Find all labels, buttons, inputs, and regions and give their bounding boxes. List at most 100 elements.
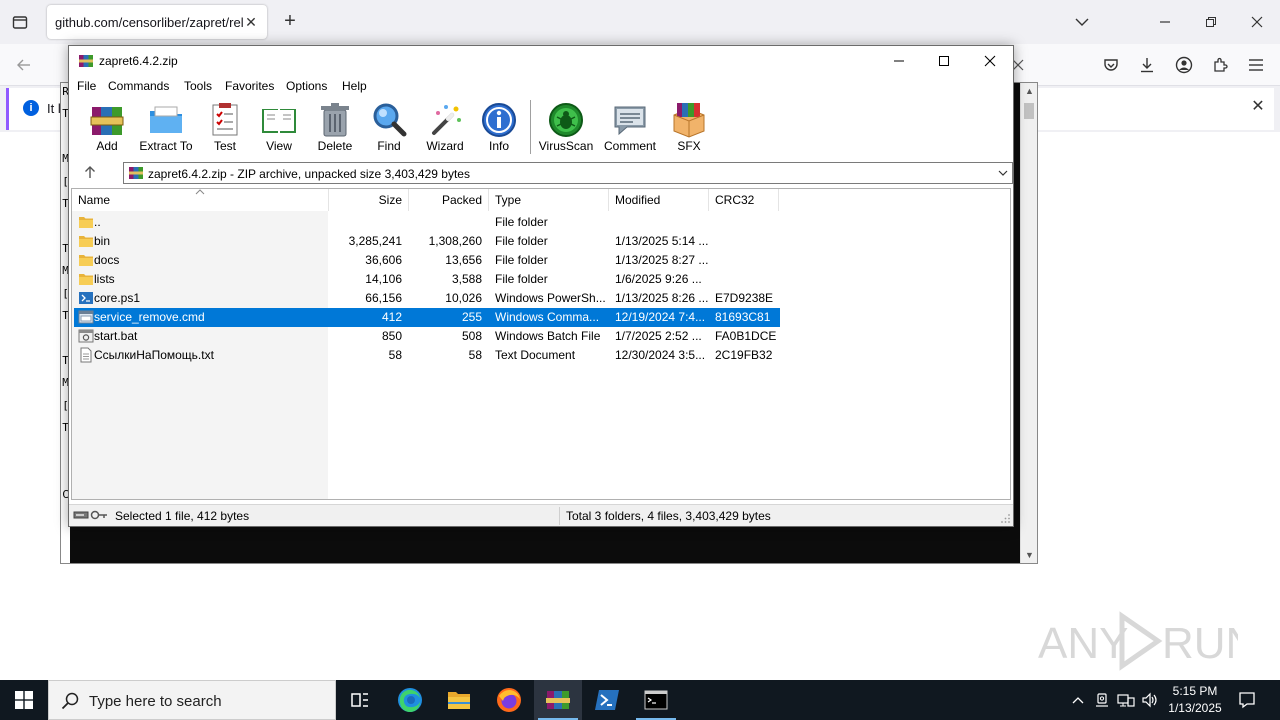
file-type: Windows PowerSh... [495, 291, 606, 305]
scroll-thumb[interactable] [1024, 103, 1034, 119]
task-view-icon [351, 693, 368, 707]
browser-tab[interactable]: github.com/censorliber/zapret/rele ✕ [47, 5, 267, 39]
start-button[interactable] [0, 680, 48, 720]
file-row[interactable]: .. File folder [74, 213, 780, 232]
menu-file[interactable]: File [77, 79, 96, 93]
account-icon[interactable] [1172, 53, 1196, 77]
archive-path-combobox[interactable]: zapret6.4.2.zip - ZIP archive, unpacked … [123, 162, 1013, 184]
file-crc32 [715, 270, 779, 289]
console-scrollbar[interactable]: ▲ ▼ [1020, 83, 1037, 563]
menu-hamburger-icon[interactable] [1244, 53, 1268, 77]
chevron-down-icon[interactable] [996, 166, 1010, 180]
extensions-icon[interactable] [1208, 53, 1232, 77]
column-header-packed[interactable]: Packed [409, 189, 489, 211]
up-folder-arrow-icon[interactable] [81, 164, 99, 180]
column-header-modified[interactable]: Modified [609, 189, 709, 211]
info-button[interactable]: Info [479, 101, 519, 153]
view-button[interactable]: View [257, 101, 301, 153]
file-modified: 12/30/2024 3:5... [615, 348, 706, 362]
taskbar-search-box[interactable]: Type here to search [48, 680, 336, 720]
find-button[interactable]: Find [369, 101, 409, 153]
menu-commands[interactable]: Commands [108, 79, 169, 93]
archive-path-text: zapret6.4.2.zip - ZIP archive, unpacked … [148, 167, 470, 181]
add-label: Add [96, 139, 118, 153]
volume-icon[interactable] [1140, 690, 1160, 710]
file-size: 850 [381, 329, 402, 343]
new-tab-icon[interactable]: + [280, 11, 300, 32]
network-icon[interactable] [1116, 690, 1136, 710]
tray-device-icon[interactable] [1092, 690, 1112, 710]
file-packed: 58 [468, 348, 482, 362]
file-row[interactable]: bin 3,285,241 1,308,260 File folder 1/13/202… [74, 232, 780, 251]
file-row[interactable]: service_remove.cmd 412 255 Windows Comma...… [74, 308, 780, 327]
folder-icon [79, 255, 93, 266]
downloads-icon[interactable] [1135, 53, 1159, 77]
taskbar-edge[interactable] [386, 680, 434, 720]
file-row[interactable]: start.bat 850 508 Windows Batch File 1/7/202… [74, 327, 780, 346]
taskbar-command-prompt[interactable] [632, 680, 680, 720]
file-list[interactable]: Name Size Packed Type Modified CRC32 .. F… [71, 188, 1011, 500]
winrar-maximize-icon[interactable] [921, 46, 967, 76]
taskbar-powershell[interactable] [583, 680, 631, 720]
back-arrow-icon[interactable] [12, 53, 36, 77]
sfx-box-icon [673, 103, 705, 138]
comment-icon [614, 106, 646, 136]
notification-close-icon[interactable]: ✕ [1249, 98, 1267, 116]
tab-close-icon[interactable]: ✕ [243, 14, 259, 30]
winrar-menu-bar: File Commands Tools Favorites Options He… [69, 76, 1013, 96]
file-row[interactable]: lists 14,106 3,588 File folder 1/6/2025 9:26… [74, 270, 780, 289]
menu-tools[interactable]: Tools [184, 79, 212, 93]
file-type: Windows Comma... [495, 310, 600, 324]
file-row[interactable]: docs 36,606 13,656 File folder 1/13/2025 8:2… [74, 251, 780, 270]
winrar-close-icon[interactable] [967, 46, 1013, 76]
menu-options[interactable]: Options [286, 79, 327, 93]
taskbar-firefox[interactable] [485, 680, 533, 720]
column-header-crc32[interactable]: CRC32 [709, 189, 779, 211]
tab-overflow-chevron-icon[interactable] [1070, 10, 1094, 34]
file-row[interactable]: core.ps1 66,156 10,026 Windows PowerSh... 1/… [74, 289, 780, 308]
column-header-name[interactable]: Name [72, 189, 329, 211]
file-row[interactable]: СсылкиНаПомощь.txt 58 58 Text Document 12/30… [74, 346, 780, 365]
taskbar-task-view[interactable] [336, 680, 384, 720]
scroll-down-arrow-icon[interactable]: ▼ [1021, 547, 1038, 563]
taskbar-winrar[interactable] [534, 680, 582, 720]
file-modified: 12/19/2024 7:4... [615, 310, 706, 324]
file-crc32 [715, 251, 779, 270]
taskbar-file-explorer[interactable] [435, 680, 483, 720]
test-button[interactable]: Test [205, 101, 245, 153]
file-packed: 3,588 [451, 272, 482, 286]
scroll-up-arrow-icon[interactable]: ▲ [1021, 83, 1038, 99]
find-label: Find [377, 139, 401, 153]
wizard-button[interactable]: Wizard [423, 101, 467, 153]
resize-grip-icon[interactable] [1001, 514, 1011, 524]
view-book-icon [262, 109, 296, 133]
extract-to-button[interactable]: Extract To [139, 101, 193, 153]
sfx-button[interactable]: SFX [669, 101, 709, 153]
pocket-icon[interactable] [1099, 53, 1123, 77]
file-crc32 [715, 213, 779, 232]
info-icon: i [23, 100, 39, 116]
powershell-file-icon [79, 292, 93, 304]
tab-list-icon[interactable] [8, 10, 32, 34]
trash-can-icon [321, 103, 349, 137]
column-header-type[interactable]: Type [489, 189, 609, 211]
browser-restore-icon[interactable] [1199, 10, 1223, 34]
file-crc32: 2C19FB32 [715, 348, 773, 362]
tray-overflow-chevron-icon[interactable] [1068, 690, 1088, 710]
browser-minimize-icon[interactable] [1153, 10, 1177, 34]
browser-close-icon[interactable] [1245, 10, 1269, 34]
menu-help[interactable]: Help [342, 79, 367, 93]
system-clock[interactable]: 5:15 PM 1/13/2025 [1160, 683, 1230, 717]
comment-button[interactable]: Comment [601, 101, 659, 153]
winrar-title-bar[interactable]: zapret6.4.2.zip [69, 46, 1013, 76]
test-label: Test [213, 139, 236, 153]
notifications-icon[interactable] [1234, 688, 1260, 712]
winrar-minimize-icon[interactable] [876, 46, 922, 76]
file-crc32: FA0B1DCE [715, 329, 777, 343]
file-packed: 10,026 [445, 291, 482, 305]
add-button[interactable]: Add [87, 101, 127, 153]
menu-favorites[interactable]: Favorites [225, 79, 274, 93]
virusscan-button[interactable]: VirusScan [539, 101, 593, 153]
delete-button[interactable]: Delete [315, 101, 355, 153]
column-header-size[interactable]: Size [329, 189, 409, 211]
